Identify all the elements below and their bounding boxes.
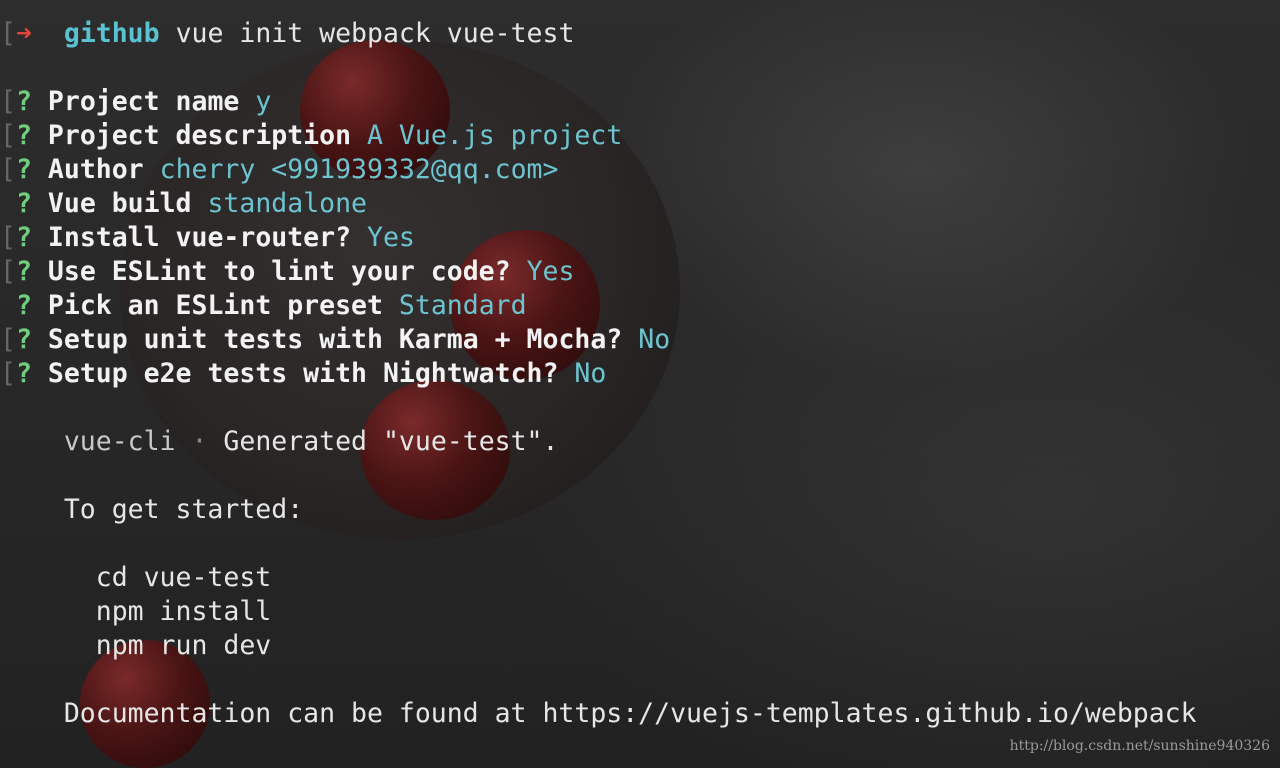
command-hint-text: cd vue-test bbox=[95, 562, 272, 593]
answer-text: No bbox=[574, 358, 607, 389]
question-text: Use ESLint to lint your code? bbox=[47, 256, 511, 287]
line-bracket: [ bbox=[0, 154, 16, 185]
documentation-line: Documentation can be found at https://vu… bbox=[0, 697, 1197, 731]
question-mark-icon: ? bbox=[15, 290, 32, 321]
question-mark-icon: ? bbox=[15, 120, 32, 151]
line-bracket: [ bbox=[0, 324, 16, 355]
command-line: [➜ github vue init webpack vue-test bbox=[0, 17, 574, 51]
question-text: Setup unit tests with Karma + Mocha? bbox=[47, 324, 623, 355]
question-mark-icon: ? bbox=[15, 222, 32, 253]
question-mark-icon: ? bbox=[15, 154, 32, 185]
question-text: Pick an ESLint preset bbox=[47, 290, 383, 321]
tool-name: vue-cli bbox=[63, 426, 176, 457]
question-mark-icon: ? bbox=[15, 256, 32, 287]
get-started-line: To get started: bbox=[0, 493, 303, 527]
line-bracket: [ bbox=[0, 222, 16, 253]
question-line: [? Project name y bbox=[0, 85, 271, 119]
question-mark-icon: ? bbox=[15, 188, 32, 219]
question-text: Install vue-router? bbox=[47, 222, 352, 253]
question-mark-icon: ? bbox=[15, 358, 32, 389]
line-bracket: [ bbox=[0, 256, 16, 287]
generated-message: Generated "vue-test". bbox=[223, 426, 559, 457]
line-bracket: [ bbox=[0, 358, 16, 389]
command-hint: npm run dev bbox=[0, 629, 272, 663]
question-line: [? Use ESLint to lint your code? Yes bbox=[0, 255, 574, 289]
question-text: Author bbox=[47, 154, 144, 185]
question-text: Vue build bbox=[47, 188, 192, 219]
question-mark-icon: ? bbox=[15, 86, 32, 117]
get-started-text: To get started: bbox=[63, 494, 304, 525]
answer-text: A Vue.js project bbox=[367, 120, 623, 151]
watermark-text: http://blog.csdn.net/sunshine940326 bbox=[1009, 738, 1270, 754]
command-hint-text: npm run dev bbox=[95, 630, 272, 661]
question-line: [? Author cherry <991939332@qq.com> bbox=[0, 153, 558, 187]
answer-text: y bbox=[255, 86, 272, 117]
line-bracket: [ bbox=[0, 86, 16, 117]
question-line: [? Setup unit tests with Karma + Mocha? … bbox=[0, 323, 670, 357]
question-line: [? Install vue-router? Yes bbox=[0, 221, 415, 255]
command-hint: cd vue-test bbox=[0, 561, 272, 595]
question-line: [? Project description A Vue.js project bbox=[0, 119, 622, 153]
answer-text: standalone bbox=[207, 188, 368, 219]
answer-text: Yes bbox=[526, 256, 575, 287]
arrow-icon: ➜ bbox=[15, 18, 32, 49]
answer-text: Standard bbox=[398, 290, 527, 321]
documentation-text: Documentation can be found at https://vu… bbox=[63, 698, 1197, 729]
answer-text: Yes bbox=[367, 222, 415, 253]
command-hint: npm install bbox=[0, 595, 272, 629]
generated-line: vue-cli · Generated "vue-test". bbox=[0, 425, 559, 459]
answer-text: cherry <991939332@qq.com> bbox=[159, 154, 559, 185]
current-directory: github bbox=[63, 18, 160, 49]
question-line: ? Pick an ESLint preset Standard bbox=[0, 289, 527, 323]
question-line: ? Vue build standalone bbox=[0, 187, 367, 221]
command-text: vue init webpack vue-test bbox=[175, 18, 575, 49]
line-bracket: [ bbox=[0, 18, 16, 49]
command-hint-text: npm install bbox=[95, 596, 272, 627]
answer-text: No bbox=[638, 324, 671, 355]
question-line: [? Setup e2e tests with Nightwatch? No bbox=[0, 357, 606, 391]
terminal-output: [➜ github vue init webpack vue-test [? P… bbox=[0, 0, 1280, 768]
line-bracket: [ bbox=[0, 120, 16, 151]
separator-dot: · bbox=[191, 426, 208, 457]
question-text: Project description bbox=[47, 120, 352, 151]
question-text: Setup e2e tests with Nightwatch? bbox=[47, 358, 559, 389]
question-text: Project name bbox=[47, 86, 240, 117]
question-mark-icon: ? bbox=[15, 324, 32, 355]
